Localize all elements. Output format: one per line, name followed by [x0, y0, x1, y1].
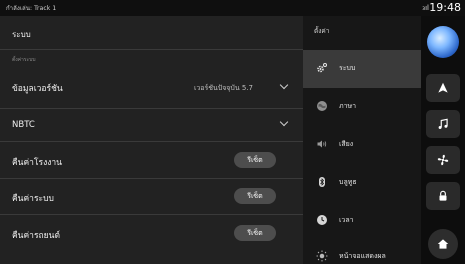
music-button[interactable] — [426, 110, 460, 138]
menu-item-display[interactable]: หน้าจอแสดงผล — [303, 238, 421, 264]
system-settings-panel: ระบบ ตั้งค่าระบบ ข้อมูลเวอร์ชัน เวอร์ชัน… — [0, 16, 303, 264]
clock-icon — [317, 215, 327, 225]
menu-item-label: เวลา — [339, 216, 354, 224]
settings-menu: ตั้งค่า ระบบ ภาษา เสียง บลูทูธ เวลา หน้า… — [303, 16, 421, 264]
version-info-value: เวอร์ชันปัจจุบัน 5.7 — [193, 84, 253, 92]
version-info-label: ข้อมูลเวอร์ชัน — [12, 84, 63, 94]
section-label: ตั้งค่าระบบ — [12, 57, 36, 63]
menu-item-system[interactable]: ระบบ — [303, 50, 421, 88]
signal-icon: ₃ıl — [422, 4, 429, 12]
divider — [0, 214, 303, 215]
music-icon — [438, 118, 448, 129]
brightness-icon — [316, 250, 328, 262]
menu-item-label: บลูทูธ — [339, 178, 357, 186]
menu-item-label: หน้าจอแสดงผล — [339, 252, 386, 260]
menu-item-label: ภาษา — [339, 102, 357, 110]
globe-icon — [317, 101, 327, 111]
clock: 19:48 — [429, 1, 461, 14]
menu-item-language[interactable]: ภาษา — [303, 88, 421, 126]
now-playing-text[interactable]: กำลังเล่น: Track 1 — [6, 3, 56, 13]
factory-reset-label: คืนค่าโรงงาน — [12, 158, 62, 168]
bluetooth-icon — [319, 177, 325, 187]
navigation-button[interactable] — [426, 74, 460, 102]
vehicle-reset-label: คืนค่ารถยนต์ — [12, 231, 60, 241]
chevron-down-icon[interactable] — [279, 117, 289, 127]
voice-assistant-icon[interactable] — [427, 26, 459, 58]
chevron-down-icon[interactable] — [279, 80, 289, 90]
menu-item-sound[interactable]: เสียง — [303, 126, 421, 164]
home-button[interactable] — [428, 229, 458, 259]
navigation-icon — [438, 82, 448, 93]
climate-button[interactable] — [426, 146, 460, 174]
status-bar: กำลังเล่น: Track 1 ₃ıl 19:48 — [0, 0, 465, 16]
menu-item-bluetooth[interactable]: บลูทูธ — [303, 164, 421, 202]
lock-icon — [439, 190, 447, 201]
factory-reset-button[interactable]: รีเซ็ต — [234, 152, 276, 168]
divider — [0, 108, 303, 109]
lock-button[interactable] — [426, 182, 460, 210]
speaker-icon — [317, 140, 327, 148]
divider — [0, 49, 303, 50]
home-icon — [437, 239, 449, 249]
menu-item-time[interactable]: เวลา — [303, 202, 421, 240]
divider — [0, 178, 303, 179]
vehicle-reset-button[interactable]: รีเซ็ต — [234, 225, 276, 241]
menu-item-label: เสียง — [339, 140, 354, 148]
fan-icon — [437, 154, 449, 166]
divider — [0, 141, 303, 142]
nbtc-label: NBTC — [12, 120, 35, 130]
page-title: ระบบ — [12, 30, 31, 39]
menu-title: ตั้งค่า — [314, 27, 330, 35]
system-reset-button[interactable]: รีเซ็ต — [234, 188, 276, 204]
system-reset-label: คืนค่าระบบ — [12, 194, 54, 204]
menu-item-label: ระบบ — [339, 64, 356, 72]
gear-icon — [317, 63, 327, 73]
quick-access-rail — [421, 16, 465, 264]
